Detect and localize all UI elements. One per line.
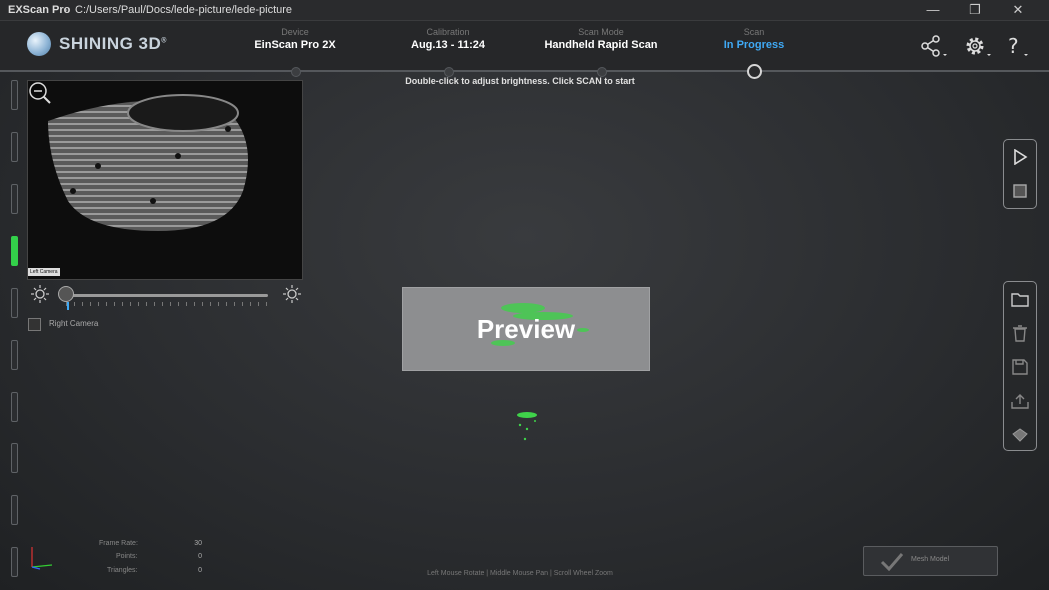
right-camera-checkbox[interactable]	[28, 318, 41, 331]
step-scan-mode[interactable]: Scan Mode Handheld Rapid Scan	[531, 27, 671, 51]
preview-label: Preview	[476, 314, 576, 344]
axis-indicator-icon	[31, 547, 53, 570]
title-separator: -	[64, 4, 68, 16]
step-value: In Progress	[723, 39, 785, 51]
clear-icon	[1012, 428, 1028, 442]
restore-button[interactable]: ❐	[962, 2, 988, 18]
save-icon	[1012, 359, 1028, 375]
brightness-low-icon	[31, 285, 49, 308]
title-bar: EXScan Pro - C:/Users/Paul/Docs/lede-pic…	[0, 0, 1049, 21]
left-camera-label: Left Camera	[28, 268, 60, 276]
brand-name: SHINING 3D®	[59, 34, 167, 53]
file-path: C:/Users/Paul/Docs/lede-picture/lede-pic…	[75, 4, 293, 16]
step-label: Calibration	[426, 27, 470, 37]
brightness-high-icon	[283, 285, 301, 308]
brightness-level[interactable]	[11, 184, 18, 214]
stop-scan-button[interactable]	[1004, 174, 1036, 208]
step-label: Scan Mode	[578, 27, 624, 37]
gear-icon	[966, 37, 991, 56]
open-project-button[interactable]	[1004, 282, 1036, 316]
brightness-level[interactable]	[11, 288, 18, 318]
clear-data-button[interactable]	[1004, 418, 1036, 452]
step-label: Scan	[743, 27, 765, 37]
stop-icon	[1013, 184, 1027, 198]
step-value: EinScan Pro 2X	[254, 39, 336, 51]
wizard-progress-line	[0, 70, 1049, 72]
zoom-icon	[29, 82, 51, 104]
play-icon	[1014, 149, 1028, 165]
share-button[interactable]	[918, 33, 948, 59]
app-title: EXScan Pro	[8, 4, 71, 16]
save-button[interactable]	[1004, 350, 1036, 384]
svg-text:?: ?	[1008, 34, 1019, 58]
brightness-level[interactable]	[11, 495, 18, 525]
step-calibration[interactable]: Calibration Aug.13 - 11:24	[378, 27, 518, 51]
step-label: Device	[281, 27, 309, 37]
brightness-level[interactable]	[11, 340, 18, 370]
slider-ticks	[66, 302, 268, 306]
file-tools	[1003, 281, 1037, 451]
settings-button[interactable]	[962, 33, 992, 59]
help-icon: ?	[1008, 34, 1028, 58]
right-camera-label: Right Camera	[49, 319, 99, 328]
logo: SHINING 3D®	[27, 32, 167, 56]
step-scan[interactable]: Scan In Progress	[684, 27, 824, 51]
trash-icon	[1013, 325, 1027, 342]
zoom-button[interactable]	[28, 81, 52, 110]
minimize-button[interactable]: —	[920, 2, 946, 18]
checkmark-icon	[880, 553, 904, 571]
help-button[interactable]: ?	[1005, 33, 1035, 59]
folder-icon	[1011, 293, 1029, 307]
scan-controls	[1003, 139, 1037, 209]
brightness-level-active[interactable]	[11, 236, 18, 266]
frame-rate-value: 30	[194, 540, 202, 547]
mesh-model-label: Mesh Model	[911, 556, 950, 563]
step-value: Aug.13 - 11:24	[411, 39, 485, 51]
brightness-level[interactable]	[11, 80, 18, 110]
export-button[interactable]	[1004, 384, 1036, 418]
header: SHINING 3D® Device EinScan Pro 2X Calibr…	[0, 21, 1049, 71]
scanned-object-image	[48, 94, 248, 231]
preview-panel[interactable]: Preview	[402, 287, 650, 371]
brightness-level[interactable]	[11, 392, 18, 422]
points-label: Points:	[116, 553, 138, 560]
point-cloud-fragment	[517, 412, 537, 441]
delete-button[interactable]	[1004, 316, 1036, 350]
step-value: Handheld Rapid Scan	[544, 39, 658, 51]
brightness-level[interactable]	[11, 443, 18, 473]
brightness-slider-knob[interactable]	[58, 286, 74, 302]
close-button[interactable]: ✕	[1005, 2, 1031, 18]
share-icon	[921, 35, 947, 57]
points-value: 0	[198, 553, 202, 560]
frame-rate-label: Frame Rate:	[99, 540, 138, 547]
mesh-model-button[interactable]: Mesh Model	[863, 546, 998, 576]
brightness-slider[interactable]	[66, 294, 268, 297]
logo-globe-icon	[27, 32, 51, 56]
start-scan-button[interactable]	[1004, 140, 1036, 174]
left-camera-view[interactable]	[27, 80, 303, 280]
slider-marker	[67, 302, 69, 310]
export-icon	[1011, 394, 1029, 409]
step-device[interactable]: Device EinScan Pro 2X	[225, 27, 365, 51]
brightness-level[interactable]	[11, 132, 18, 162]
